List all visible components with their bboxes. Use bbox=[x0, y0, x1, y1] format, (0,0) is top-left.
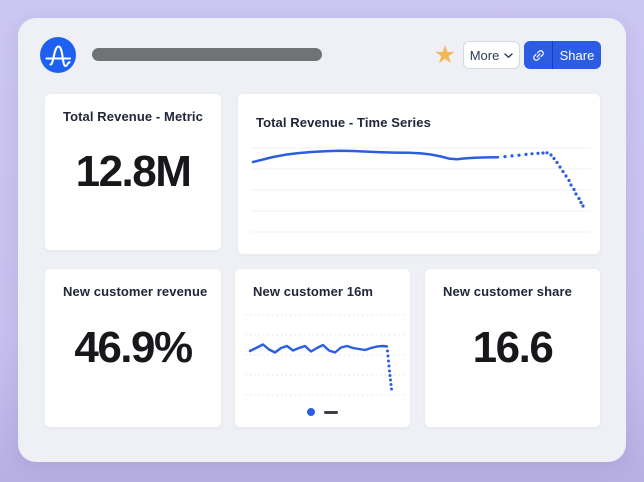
chevron-down-icon bbox=[504, 53, 513, 59]
metric-value: 16.6 bbox=[425, 269, 600, 427]
legend-dash-icon bbox=[324, 411, 338, 414]
metric-value: 46.9% bbox=[45, 269, 221, 427]
dashboard-panel: ★ More Share Total Revenue - Metric 12.8… bbox=[18, 18, 626, 462]
metric-value: 12.8M bbox=[45, 94, 221, 250]
share-button[interactable]: Share bbox=[553, 41, 601, 69]
dashboard-title-placeholder-bar bbox=[92, 48, 322, 61]
legend-dot-icon bbox=[307, 408, 315, 416]
star-icon[interactable]: ★ bbox=[431, 40, 459, 70]
share-split-button[interactable]: Share bbox=[524, 41, 601, 69]
card-title: New customer 16m bbox=[253, 284, 373, 299]
card-total-revenue-time-series[interactable]: Total Revenue - Time Series bbox=[237, 93, 601, 255]
card-total-revenue-metric[interactable]: Total Revenue - Metric 12.8M bbox=[44, 93, 222, 251]
amplitude-logo-icon bbox=[40, 37, 76, 73]
copy-link-button[interactable] bbox=[524, 41, 553, 69]
card-title: Total Revenue - Time Series bbox=[256, 115, 431, 130]
card-new-customer-revenue[interactable]: New customer revenue 46.9% bbox=[44, 268, 222, 428]
link-icon bbox=[531, 48, 546, 63]
more-button-label: More bbox=[470, 48, 500, 63]
total-revenue-line-chart bbox=[251, 144, 591, 244]
chart-legend bbox=[235, 408, 410, 416]
share-button-label: Share bbox=[560, 48, 595, 63]
card-new-customer-16m[interactable]: New customer 16m bbox=[234, 268, 411, 428]
new-customer-16m-line-chart bbox=[245, 313, 405, 403]
card-new-customer-share[interactable]: New customer share 16.6 bbox=[424, 268, 601, 428]
more-button[interactable]: More bbox=[463, 41, 520, 69]
